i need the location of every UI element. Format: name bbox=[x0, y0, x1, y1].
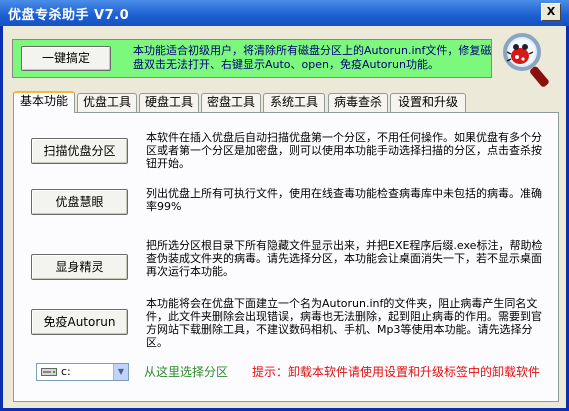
udisk-inspector-description: 列出优盘上所有可执行文件，使用在线查毒功能检查病毒库中未包括的病毒。准确率99% bbox=[146, 187, 542, 213]
chevron-down-icon[interactable]: ▼ bbox=[113, 364, 128, 380]
show-hidden-description: 把所选分区根目录下所有隐藏文件显示出来，并把EXE程序后缀.exe标注，帮助检查… bbox=[146, 239, 543, 278]
quick-panel: 一键搞定 本功能适合初级用户，将清除所有磁盘分区上的Autorun.inf文件，… bbox=[12, 39, 492, 78]
magnifier-bug-icon bbox=[503, 33, 549, 87]
show-hidden-button[interactable]: 显身精灵 bbox=[31, 254, 128, 280]
tab-encrypted-disk-tools[interactable]: 密盘工具 bbox=[201, 93, 261, 112]
tab-virus-scan[interactable]: 病毒查杀 bbox=[328, 93, 388, 112]
immunize-autorun-button[interactable]: 免疫Autorun bbox=[31, 309, 128, 335]
main-window: 优盘专杀助手 V7.0 X 一键搞定 本功能适合初级用户，将清除所有磁盘分区上的… bbox=[0, 0, 569, 411]
udisk-inspector-button[interactable]: 优盘慧眼 bbox=[31, 189, 128, 215]
scan-udisk-description: 本软件在插入优盘后自动扫描优盘第一个分区，不用任何操作。如果优盘有多个分区或者第… bbox=[146, 131, 542, 170]
immunize-autorun-description: 本功能将会在优盘下面建立一个名为Autorun.inf的文件夹，阻止病毒产生同名… bbox=[146, 297, 542, 349]
close-button[interactable]: X bbox=[541, 3, 561, 21]
drive-icon bbox=[41, 368, 57, 376]
quick-fix-description: 本功能适合初级用户，将清除所有磁盘分区上的Autorun.inf文件，修复磁盘双… bbox=[133, 44, 492, 71]
tab-basic[interactable]: 基本功能 bbox=[13, 91, 75, 113]
partition-select[interactable]: c: ▼ bbox=[36, 363, 129, 381]
scan-udisk-partition-button[interactable]: 扫描优盘分区 bbox=[31, 138, 128, 164]
window-title: 优盘专杀助手 V7.0 bbox=[8, 8, 130, 23]
title-bar[interactable]: 优盘专杀助手 V7.0 X bbox=[0, 0, 569, 26]
tab-settings-upgrade[interactable]: 设置和升级 bbox=[390, 93, 466, 112]
select-partition-hint: 从这里选择分区 bbox=[144, 365, 229, 379]
quick-fix-button[interactable]: 一键搞定 bbox=[21, 46, 111, 71]
tab-harddisk-tools[interactable]: 硬盘工具 bbox=[139, 93, 199, 112]
tab-page-basic: 扫描优盘分区 本软件在插入优盘后自动扫描优盘第一个分区，不用任何操作。如果优盘有… bbox=[13, 112, 559, 402]
partition-select-value: c: bbox=[61, 365, 71, 378]
tab-udisk-tools[interactable]: 优盘工具 bbox=[77, 93, 137, 112]
tab-system-tools[interactable]: 系统工具 bbox=[263, 93, 325, 112]
client-area: 一键搞定 本功能适合初级用户，将清除所有磁盘分区上的Autorun.inf文件，… bbox=[3, 26, 566, 408]
uninstall-hint: 提示：卸载本软件请使用设置和升级标签中的卸载软件 bbox=[252, 365, 541, 379]
